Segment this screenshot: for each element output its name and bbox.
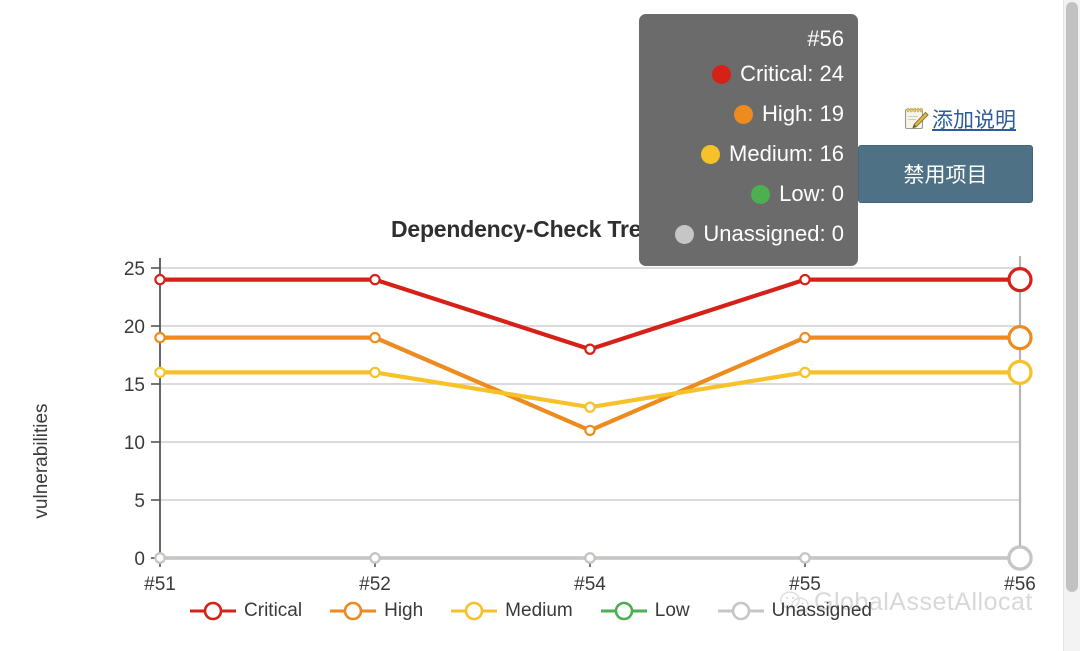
tooltip-row: Medium: 16: [653, 134, 844, 174]
project-actions: 添加说明 禁用项目: [858, 104, 1048, 203]
vertical-scrollbar[interactable]: [1063, 0, 1080, 651]
svg-text:#56: #56: [1004, 574, 1036, 595]
legend-marker-icon: [330, 601, 377, 621]
chart-legend: Critical High Medium Low Unassigned: [0, 598, 1060, 624]
tooltip-row: Low: 0: [653, 174, 844, 214]
tooltip-row-label: Unassigned: 0: [703, 221, 844, 246]
svg-text:#54: #54: [574, 574, 606, 595]
svg-text:0: 0: [134, 549, 145, 570]
axes: [151, 258, 1021, 567]
svg-text:#51: #51: [144, 574, 176, 595]
legend-marker-icon: [717, 601, 764, 621]
x-tick-labels: #51 #52 #54 #55 #56: [144, 574, 1036, 595]
svg-text:5: 5: [134, 491, 145, 512]
tooltip-color-dot: [751, 184, 771, 204]
tooltip-row: Unassigned: 0: [653, 214, 844, 254]
tooltip-row-label: Medium: 16: [729, 141, 844, 166]
svg-text:#55: #55: [789, 574, 821, 595]
svg-text:25: 25: [124, 259, 145, 280]
svg-text:15: 15: [124, 375, 145, 396]
gridlines: [160, 267, 1020, 560]
legend-marker-icon: [190, 601, 237, 621]
tooltip-row-label: High: 19: [762, 101, 844, 126]
legend-item-high[interactable]: High: [328, 598, 423, 624]
tooltip-row-label: Low: 0: [779, 181, 844, 206]
tooltip-row: High: 19: [653, 94, 844, 134]
plot-area: 0 5 10 15 20 25 #51 #52 #54 #55 #56: [124, 256, 1036, 595]
legend-item-low[interactable]: Low: [599, 598, 690, 624]
legend-marker-icon: [451, 601, 498, 621]
page-root: GlobalAssetAllocat Dependency-Check Tren…: [0, 0, 1080, 651]
tooltip-color-dot: [734, 104, 754, 124]
dependency-check-trend-chart: Dependency-Check Trend vulnerabilities 0…: [0, 200, 1060, 650]
legend-item-medium[interactable]: Medium: [449, 598, 573, 624]
legend-item-unassigned[interactable]: Unassigned: [716, 598, 872, 624]
svg-text:20: 20: [124, 317, 145, 338]
notepad-pencil-icon: [904, 107, 929, 130]
legend-marker-icon: [600, 601, 647, 621]
disable-project-button[interactable]: 禁用项目: [858, 145, 1033, 203]
legend-label: Unassigned: [771, 600, 872, 621]
chart-tooltip: #56 Critical: 24 High: 19 Medium: 16 Low: 0…: [639, 14, 858, 266]
tooltip-row: Critical: 24: [653, 54, 844, 94]
add-description-row[interactable]: 添加说明: [858, 104, 1048, 134]
legend-label: High: [384, 600, 424, 621]
tooltip-rows: Critical: 24 High: 19 Medium: 16 Low: 0 Unas…: [653, 54, 844, 254]
tooltip-color-dot: [675, 224, 695, 244]
legend-item-critical[interactable]: Critical: [188, 598, 302, 624]
svg-text:#52: #52: [359, 574, 391, 595]
add-description-link[interactable]: 添加说明: [932, 104, 1016, 134]
tooltip-row-label: Critical: 24: [740, 61, 844, 86]
legend-label: Medium: [505, 600, 573, 621]
series-markers: [154, 266, 1033, 571]
tooltip-color-dot: [701, 144, 721, 164]
legend-label: Critical: [244, 600, 303, 621]
svg-text:10: 10: [124, 433, 145, 454]
legend-label: Low: [654, 600, 690, 621]
tooltip-color-dot: [712, 64, 732, 84]
tooltip-build-label: #56: [807, 26, 844, 51]
y-tick-labels: 0 5 10 15 20 25: [124, 259, 145, 570]
scrollbar-thumb[interactable]: [1066, 2, 1078, 592]
series-lines: [157, 277, 1023, 560]
